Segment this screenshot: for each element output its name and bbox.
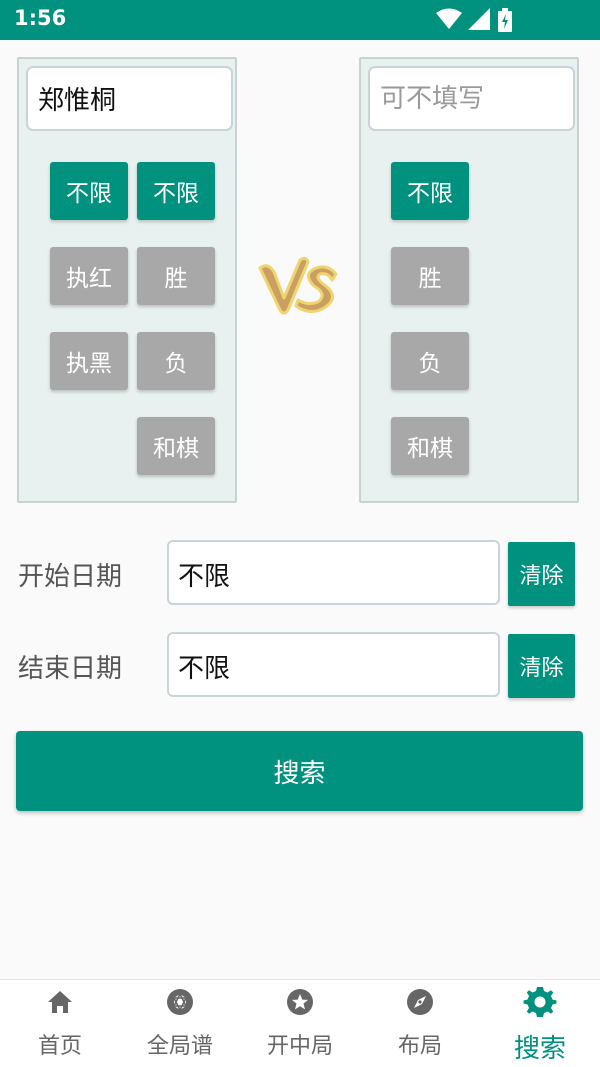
left-loss-chip[interactable]: 负 xyxy=(137,332,215,390)
nav-label-home: 首页 xyxy=(37,1034,82,1059)
left-draw-chip[interactable]: 和棋 xyxy=(137,417,215,475)
nav-label-middlegame: 开中局 xyxy=(266,1034,333,1059)
vs-logo xyxy=(258,254,342,316)
clear-end-date-button[interactable]: 清除 xyxy=(508,634,575,698)
nav-item-opening[interactable]: 布局 xyxy=(360,980,480,1067)
right-player-input[interactable] xyxy=(368,66,575,131)
start-date-label: 开始日期 xyxy=(18,562,123,592)
aperture-icon xyxy=(166,988,194,1016)
nav-label-search: 搜索 xyxy=(513,1034,566,1064)
right-win-chip[interactable]: 胜 xyxy=(391,247,469,305)
signal-icon xyxy=(468,8,490,34)
nav-item-search[interactable]: 搜索 xyxy=(480,980,600,1067)
nav-item-middlegame[interactable]: 开中局 xyxy=(240,980,360,1067)
nav-label-opening: 布局 xyxy=(397,1034,442,1059)
right-draw-chip[interactable]: 和棋 xyxy=(391,417,469,475)
right-player-panel: 不限 胜 负 和棋 xyxy=(359,57,579,503)
left-black-chip[interactable]: 执黑 xyxy=(50,332,128,390)
gear-icon xyxy=(523,985,557,1019)
right-loss-chip[interactable]: 负 xyxy=(391,332,469,390)
nav-label-full-games: 全局谱 xyxy=(146,1034,213,1059)
left-player-panel: 不限 执红 执黑 不限 胜 负 和棋 xyxy=(17,57,237,503)
left-win-chip[interactable]: 胜 xyxy=(137,247,215,305)
start-date-field[interactable]: 不限 xyxy=(167,540,500,605)
battery-icon xyxy=(498,8,512,36)
wifi-icon xyxy=(436,8,462,34)
left-player-input[interactable] xyxy=(26,66,233,131)
left-color-any-chip[interactable]: 不限 xyxy=(50,162,128,220)
left-red-chip[interactable]: 执红 xyxy=(50,247,128,305)
search-button[interactable]: 搜索 xyxy=(16,731,583,811)
star-circle-icon xyxy=(286,988,314,1016)
home-icon xyxy=(46,988,74,1016)
nav-item-full-games[interactable]: 全局谱 xyxy=(120,980,240,1067)
right-result-any-chip[interactable]: 不限 xyxy=(391,162,469,220)
end-date-label: 结束日期 xyxy=(18,654,123,684)
status-bar: 1:56 xyxy=(0,0,600,40)
bottom-navigation: 首页 全局谱 开中局 布局 搜索 xyxy=(0,979,600,1067)
left-result-any-chip[interactable]: 不限 xyxy=(137,162,215,220)
nav-item-home[interactable]: 首页 xyxy=(0,980,120,1067)
compass-icon xyxy=(406,988,434,1016)
end-date-field[interactable]: 不限 xyxy=(167,632,500,697)
status-time: 1:56 xyxy=(14,6,67,30)
clear-start-date-button[interactable]: 清除 xyxy=(508,542,575,606)
